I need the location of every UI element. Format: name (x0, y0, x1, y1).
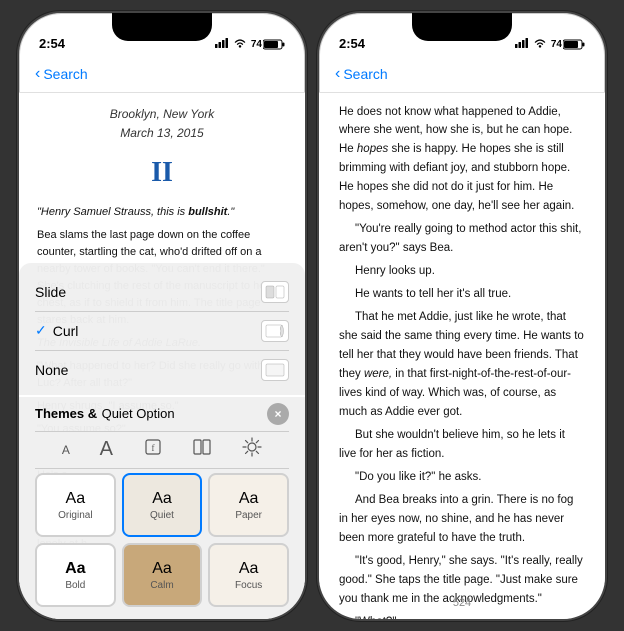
left-phone: 2:54 (17, 11, 307, 621)
right-para-9: "What?" (339, 613, 585, 619)
theme-aa-paper: Aa (239, 490, 259, 508)
wifi-icon-right (533, 38, 547, 51)
header-line1: Brooklyn, New York (37, 105, 287, 124)
overlay-panel: Slide ✓ Curl (19, 263, 305, 619)
signal-icon (215, 38, 229, 51)
right-para-5: But she wouldn't believe him, so he lets… (339, 426, 585, 464)
theme-card-quiet[interactable]: Aa Quiet (122, 473, 203, 537)
transition-none-row[interactable]: None (35, 351, 289, 389)
right-para-7: And Bea breaks into a grin. There is no … (339, 491, 585, 548)
theme-grid: Aa Original Aa Quiet Aa Paper Aa (35, 469, 289, 611)
notch (112, 13, 212, 41)
book-text-right: He does not know what happened to Addie,… (339, 103, 585, 619)
curl-icon (261, 320, 289, 342)
slide-icon (261, 281, 289, 303)
check-icon: ✓ (35, 322, 47, 339)
book-para-0: "Henry Samuel Strauss, this is bullshit.… (37, 204, 287, 221)
theme-name-quiet: Quiet (150, 510, 174, 521)
svg-text:f: f (151, 443, 154, 453)
notch-right (412, 13, 512, 41)
brightness-button[interactable] (242, 437, 262, 462)
theme-card-paper[interactable]: Aa Paper (208, 473, 289, 537)
right-para-2: Henry looks up. (339, 262, 585, 281)
page-number: 524 (453, 597, 471, 609)
themes-header: Themes & Quiet Option × (35, 403, 289, 425)
back-button-right[interactable]: ‹ Search (335, 65, 388, 83)
back-label-left: Search (43, 66, 87, 82)
back-button-left[interactable]: ‹ Search (35, 65, 88, 83)
phones-container: 2:54 (0, 0, 624, 631)
theme-name-calm: Calm (150, 580, 173, 591)
chevron-left-icon-right: ‹ (335, 65, 340, 83)
transition-panel: Slide ✓ Curl (19, 263, 305, 395)
theme-name-paper: Paper (235, 510, 262, 521)
theme-card-calm[interactable]: Aa Calm (122, 543, 203, 607)
themes-title-text: Themes & (35, 406, 97, 421)
book-content-left: Brooklyn, New York March 13, 2015 II "He… (19, 93, 305, 619)
transition-slide-row[interactable]: Slide (35, 273, 289, 312)
theme-card-focus[interactable]: Aa Focus (208, 543, 289, 607)
themes-title: Themes & Quiet Option (35, 405, 175, 423)
theme-aa-quiet: Aa (152, 490, 172, 508)
status-icons-right: 74 (515, 38, 585, 51)
transition-none-label: None (35, 362, 261, 378)
book-header: Brooklyn, New York March 13, 2015 (37, 105, 287, 143)
right-phone: 2:54 (317, 11, 607, 621)
nav-bar-left: ‹ Search (19, 57, 305, 93)
transition-slide-label: Slide (35, 284, 261, 300)
theme-card-original[interactable]: Aa Original (35, 473, 116, 537)
chevron-left-icon: ‹ (35, 65, 40, 83)
theme-aa-original: Aa (66, 490, 86, 508)
time-left: 2:54 (39, 36, 65, 51)
theme-aa-calm: Aa (152, 560, 172, 578)
transition-curl-label: Curl (53, 323, 261, 339)
battery-left: 74 (251, 39, 285, 50)
layout-button[interactable] (192, 438, 212, 461)
wifi-icon (233, 38, 247, 51)
none-icon (261, 359, 289, 381)
right-para-0: He does not know what happened to Addie,… (339, 103, 585, 217)
theme-aa-bold: Aa (65, 560, 85, 578)
theme-name-original: Original (58, 510, 92, 521)
font-size-increase-button[interactable]: A (100, 438, 113, 461)
right-para-6: "Do you like it?" he asks. (339, 468, 585, 487)
font-size-decrease-button[interactable]: A (62, 443, 70, 457)
chapter-number: II (37, 151, 287, 196)
theme-card-bold[interactable]: Aa Bold (35, 543, 116, 607)
reader-toolbar: A A f (35, 431, 289, 469)
right-para-3: He wants to tell her it's all true. (339, 285, 585, 304)
font-style-button[interactable]: f (143, 438, 163, 461)
themes-section: Themes & Quiet Option × A A f (19, 397, 305, 619)
back-label-right: Search (343, 66, 387, 82)
signal-icon-right (515, 38, 529, 51)
time-right: 2:54 (339, 36, 365, 51)
right-para-1: "You're really going to method actor thi… (339, 220, 585, 258)
theme-name-focus: Focus (235, 580, 262, 591)
book-content-right: He does not know what happened to Addie,… (319, 93, 605, 619)
right-para-4: That he met Addie, just like he wrote, t… (339, 308, 585, 422)
themes-subtitle-text: Quiet Option (102, 406, 175, 421)
header-line2: March 13, 2015 (37, 124, 287, 143)
nav-bar-right: ‹ Search (319, 57, 605, 93)
theme-aa-focus: Aa (239, 560, 259, 578)
status-icons-left: 74 (215, 38, 285, 51)
battery-right: 74 (551, 39, 585, 50)
close-button[interactable]: × (267, 403, 289, 425)
theme-name-bold: Bold (65, 580, 85, 591)
transition-curl-row[interactable]: ✓ Curl (35, 312, 289, 351)
